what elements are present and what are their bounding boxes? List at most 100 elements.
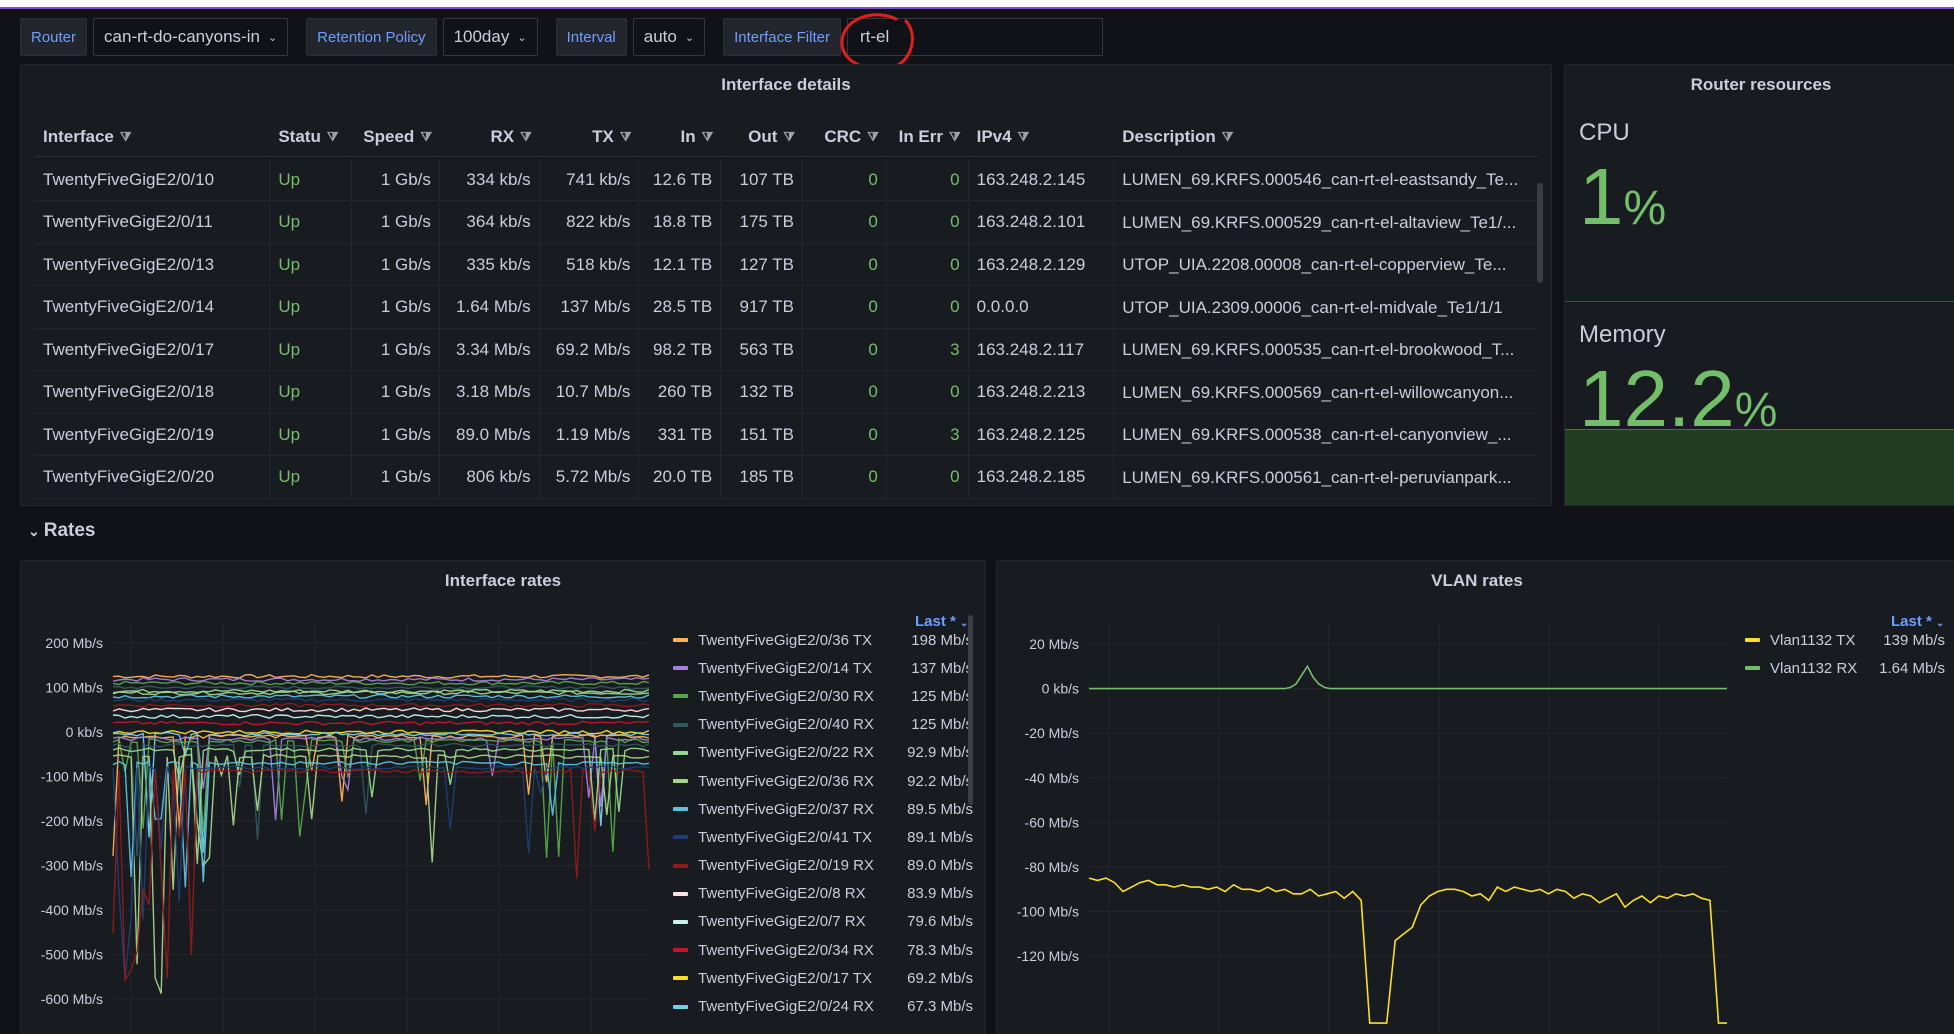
legend-item[interactable]: TwentyFiveGigE2/0/36 RX 92.2 Mb/s: [673, 767, 973, 795]
column-header[interactable]: Interface ⧩: [35, 117, 270, 156]
table-row[interactable]: TwentyFiveGigE2/0/18 Up 1 Gb/s 3.18 Mb/s 10.…: [35, 371, 1537, 414]
table-row[interactable]: TwentyFiveGigE2/0/14 Up 1 Gb/s 1.64 Mb/s 137…: [35, 286, 1537, 329]
table-cell: 518 kb/s: [540, 244, 640, 285]
table-row[interactable]: TwentyFiveGigE2/0/13 Up 1 Gb/s 335 kb/s 518 …: [35, 244, 1537, 286]
series-swatch: [1745, 638, 1760, 643]
router-select[interactable]: can-rt-do-canyons-in ⌄: [93, 18, 289, 56]
panel-title: Router resources: [1690, 75, 1832, 94]
filter-icon[interactable]: ⧩: [702, 129, 714, 145]
series-swatch: [1745, 666, 1760, 671]
table-cell: 107 TB: [721, 159, 804, 200]
column-header[interactable]: In ⧩: [639, 117, 721, 156]
column-header[interactable]: Out ⧩: [721, 117, 803, 156]
column-header[interactable]: Description ⧩: [1114, 117, 1537, 156]
interval-variable: Interval auto ⌄: [555, 18, 706, 56]
interval-select[interactable]: auto ⌄: [632, 18, 706, 56]
column-header[interactable]: Statu ⧩: [270, 117, 352, 156]
filter-icon[interactable]: ⧩: [420, 129, 432, 145]
interface-filter-input[interactable]: rt-el: [840, 13, 1103, 71]
legend-item[interactable]: TwentyFiveGigE2/0/41 TX 89.1 Mb/s: [673, 823, 973, 851]
legend-series-name: TwentyFiveGigE2/0/22 RX: [698, 744, 874, 762]
table-cell: 806 kb/s: [440, 456, 540, 498]
column-header[interactable]: In Err ⧩: [887, 117, 969, 156]
legend-series-name: Vlan1132 RX: [1770, 659, 1858, 677]
filter-icon[interactable]: ⧩: [1222, 129, 1234, 145]
legend-item[interactable]: TwentyFiveGigE2/0/37 RX 89.5 Mb/s: [673, 795, 973, 823]
filter-icon[interactable]: ⧩: [327, 129, 339, 145]
legend-item[interactable]: TwentyFiveGigE2/0/24 RX 67.3 Mb/s: [673, 992, 973, 1020]
legend-series-value: 67.3 Mb/s: [907, 998, 973, 1016]
table-cell: 822 kb/s: [540, 201, 640, 243]
series-line: [112, 713, 650, 719]
y-tick-label: -60 Mb/s: [1025, 814, 1079, 830]
legend-series-name: TwentyFiveGigE2/0/19 RX: [698, 857, 874, 875]
filter-icon[interactable]: ⧩: [120, 129, 132, 145]
legend-item[interactable]: Vlan1132 RX 1.64 Mb/s: [1745, 654, 1945, 682]
series-swatch: [673, 722, 688, 727]
filter-icon[interactable]: ⧩: [867, 129, 879, 145]
table-cell: 0: [803, 371, 887, 413]
legend-series-name: TwentyFiveGigE2/0/14 TX: [698, 659, 872, 677]
legend-item[interactable]: TwentyFiveGigE2/0/34 RX 78.3 Mb/s: [673, 936, 973, 964]
cpu-sparkline-base: [1565, 301, 1954, 302]
column-header[interactable]: IPv4 ⧩: [969, 117, 1115, 156]
table-cell: Up: [270, 456, 353, 498]
legend-series-name: TwentyFiveGigE2/0/7 RX: [698, 913, 866, 931]
table-row[interactable]: TwentyFiveGigE2/0/17 Up 1 Gb/s 3.34 Mb/s 69.…: [35, 329, 1537, 371]
series-swatch: [673, 863, 688, 868]
legend-series-value: 78.3 Mb/s: [907, 941, 973, 959]
table-cell: 163.248.2.129: [969, 244, 1115, 285]
filter-icon[interactable]: ⧩: [620, 129, 632, 145]
series-swatch: [673, 666, 688, 671]
retention-select[interactable]: 100day ⌄: [442, 18, 538, 56]
table-cell: LUMEN_69.KRFS.000535_can-rt-el-brookwood…: [1122, 340, 1515, 359]
chevron-down-icon: ⌄: [267, 31, 278, 44]
table-cell: TwentyFiveGigE2/0/11: [35, 201, 271, 243]
column-header[interactable]: CRC ⧩: [803, 117, 887, 156]
y-tick-label: -600 Mb/s: [41, 991, 103, 1007]
column-header[interactable]: TX ⧩: [540, 117, 640, 156]
table-cell: TwentyFiveGigE2/0/17: [35, 329, 271, 370]
legend-item[interactable]: TwentyFiveGigE2/0/36 TX 198 Mb/s: [673, 626, 973, 654]
column-header[interactable]: RX ⧩: [440, 117, 540, 156]
legend-item[interactable]: TwentyFiveGigE2/0/40 RX 125 Mb/s: [673, 711, 973, 739]
column-header[interactable]: Speed ⧩: [352, 117, 440, 156]
table-cell: 1.64 Mb/s: [440, 286, 540, 328]
table-row[interactable]: TwentyFiveGigE2/0/11 Up 1 Gb/s 364 kb/s 822 …: [35, 201, 1537, 244]
filter-variable: Interface Filter rt-el: [723, 13, 1103, 71]
table-row[interactable]: TwentyFiveGigE2/0/19 Up 1 Gb/s 89.0 Mb/s 1.1…: [35, 414, 1537, 456]
legend-series-value: 137 Mb/s: [911, 659, 973, 677]
legend-item[interactable]: TwentyFiveGigE2/0/14 TX 137 Mb/s: [673, 654, 973, 682]
legend-item[interactable]: TwentyFiveGigE2/0/30 RX 125 Mb/s: [673, 682, 973, 710]
table-row[interactable]: TwentyFiveGigE2/0/10 Up 1 Gb/s 334 kb/s 741 …: [35, 159, 1537, 201]
table-cell: LUMEN_69.KRFS.000569_can-rt-el-willowcan…: [1122, 382, 1514, 402]
table-cell: 3.18 Mb/s: [440, 371, 540, 413]
rates-row-header[interactable]: ⌄ Rates: [28, 520, 95, 542]
filter-icon[interactable]: ⧩: [520, 129, 532, 145]
legend-item[interactable]: TwentyFiveGigE2/0/7 RX 79.6 Mb/s: [673, 908, 973, 936]
vlan-rates-chart[interactable]: 20 Mb/s 0 kb/s -20 Mb/s -40 Mb/s -60 Mb/s -80…: [997, 561, 1737, 1034]
legend-item[interactable]: TwentyFiveGigE2/0/22 RX 92.9 Mb/s: [673, 739, 973, 767]
table-cell: LUMEN_69.KRFS.000561_can-rt-el-peruvianp…: [1122, 467, 1512, 487]
table-cell: 3: [887, 329, 969, 370]
legend-series-name: TwentyFiveGigE2/0/40 RX: [698, 716, 874, 734]
table-row[interactable]: TwentyFiveGigE2/0/20 Up 1 Gb/s 806 kb/s 5.72…: [35, 456, 1537, 499]
variable-bar: Router can-rt-do-canyons-in ⌄ Retention P…: [20, 13, 1103, 71]
table-scrollbar[interactable]: [1537, 183, 1543, 283]
table-cell: 12.1 TB: [639, 244, 722, 285]
table-cell: 89.0 Mb/s: [440, 414, 540, 455]
filter-icon[interactable]: ⧩: [949, 129, 961, 145]
legend-item[interactable]: TwentyFiveGigE2/0/17 TX 69.2 Mb/s: [673, 964, 973, 992]
interface-rates-chart[interactable]: 200 Mb/s 100 Mb/s 0 kb/s -100 Mb/s -200 Mb/s…: [21, 561, 671, 1034]
legend-scrollbar[interactable]: [968, 615, 973, 805]
filter-icon[interactable]: ⧩: [1018, 129, 1030, 145]
legend-item[interactable]: TwentyFiveGigE2/0/8 RX 83.9 Mb/s: [673, 880, 973, 908]
series-swatch: [673, 779, 688, 784]
legend-item[interactable]: Vlan1132 TX 139 Mb/s: [1745, 626, 1945, 654]
filter-icon[interactable]: ⧩: [783, 129, 795, 145]
legend-item[interactable]: TwentyFiveGigE2/0/19 RX 89.0 Mb/s: [673, 852, 973, 880]
table-cell: 163.248.2.185: [969, 456, 1115, 498]
table-cell: 1 Gb/s: [352, 329, 440, 370]
table-cell: 1 Gb/s: [352, 286, 440, 328]
table-cell: 0: [887, 159, 969, 200]
